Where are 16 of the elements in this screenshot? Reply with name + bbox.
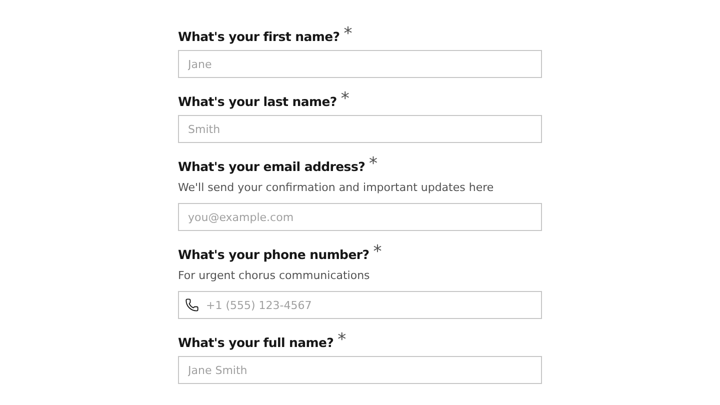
phone-field[interactable]: +1 (555) 123-4567 (178, 291, 542, 319)
field-label: What's your phone number? (178, 246, 370, 264)
field-hint: For urgent chorus communications (178, 268, 371, 284)
required-mark: * (340, 92, 350, 106)
field-label: What's your full name? (178, 334, 334, 352)
field-label: What's your first name? (178, 28, 340, 46)
required-mark: * (344, 27, 352, 41)
field-hint: We'll send your confirmation and important updates here (178, 180, 495, 196)
input-field[interactable]: Smith (178, 115, 542, 143)
field-label: What's your last name? (178, 93, 337, 111)
required-mark: * (373, 245, 382, 259)
input-field[interactable]: you@example.com (178, 203, 542, 231)
phone-icon (185, 298, 199, 312)
field-label: What's your email address? (178, 158, 366, 176)
required-mark: * (338, 333, 346, 347)
required-mark: * (369, 157, 378, 171)
